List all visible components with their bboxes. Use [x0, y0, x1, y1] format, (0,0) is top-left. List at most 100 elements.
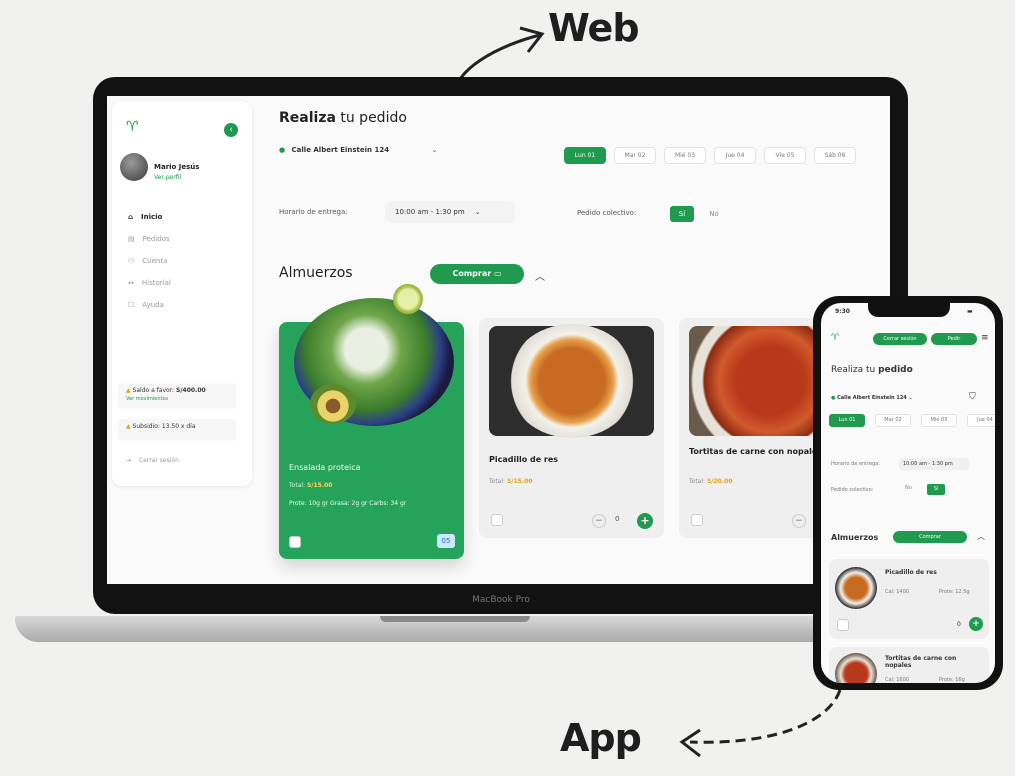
select-checkbox[interactable] [691, 514, 703, 526]
cart-icon[interactable]: ⛉ [969, 392, 976, 402]
card-name: Tortitas de carne con nopales [885, 655, 957, 669]
address-select[interactable]: ● Calle Albert Einstein 124 ⌄ [279, 146, 437, 154]
mobile-order-button[interactable]: Pedir [931, 333, 977, 345]
mobile-address-select[interactable]: ● Calle Albert Einstein 124 ⌄ [831, 395, 913, 401]
sidebar-item-inicio[interactable]: ⌂ Inicio [128, 213, 162, 221]
mobile-page-title: Realiza tu pedido [831, 365, 913, 375]
card-info: Prote: 12.5g [939, 589, 970, 595]
logo-icon: ♈ [831, 333, 840, 343]
user-icon: ⚇ [128, 257, 135, 265]
day-pill[interactable]: Mar 02 [614, 147, 656, 164]
balance-link[interactable]: Ver movimientos [126, 396, 228, 402]
laptop-hinge-cutout [380, 616, 530, 622]
quantity-badge: 05 [437, 534, 455, 548]
day-pill[interactable]: Mié 03 [664, 147, 706, 164]
card-price: Total: S/15.00 [489, 478, 532, 485]
delivery-time-select[interactable]: 10:00 am - 1:30 pm ⌄ [385, 201, 515, 223]
card-name: Ensalada proteica [289, 463, 361, 472]
card-price: Total: S/15.00 [289, 482, 332, 489]
sidebar-item-pedidos[interactable]: ▤ Pedidos [128, 235, 170, 243]
section-title: Almuerzos [279, 265, 353, 281]
mobile-logout-button[interactable]: Cerrar sesión [873, 333, 927, 345]
avatar[interactable] [120, 153, 148, 181]
sidebar-item-cuenta[interactable]: ⚇ Cuenta [128, 257, 167, 265]
lime-image [393, 284, 423, 314]
collective-yes-toggle[interactable]: Sí [670, 206, 694, 222]
card-name: Tortitas de carne con nopales [689, 447, 823, 456]
price-value: S/20.00 [706, 478, 733, 485]
select-checkbox[interactable] [491, 514, 503, 526]
picadillo-image [835, 567, 877, 609]
picadillo-image [507, 324, 637, 438]
battery-icon: ▬ [967, 308, 973, 315]
buy-button[interactable]: Comprar ▭ [430, 264, 524, 284]
sidebar-item-ayuda[interactable]: ☐ Ayuda [128, 301, 164, 309]
meal-card[interactable]: Picadillo de res Total: S/15.00 − 0 + [479, 318, 664, 538]
day-pill[interactable]: Vie 05 [764, 147, 806, 164]
day-pill[interactable]: Lun 01 [564, 147, 606, 164]
sidebar-item-label: Ayuda [142, 301, 164, 309]
title-bold: pedido [878, 365, 913, 375]
view-profile-link[interactable]: Ver perfil [154, 174, 181, 181]
title-rest: Realiza tu [831, 365, 879, 375]
balance-card: ▲ Saldo a favor: S/400.00 Ver movimiento… [118, 383, 236, 409]
mobile-day-pill[interactable]: Mié 03 [921, 414, 957, 427]
select-checkbox[interactable] [837, 619, 849, 631]
card-info: Cal: 1600 [885, 677, 909, 683]
quantity-value: 0 [957, 621, 961, 628]
card-info: Cal: 1400 [885, 589, 909, 595]
collective-label: Pedido colectivo: [577, 209, 637, 217]
web-app-screen: ♈ ‹ Mario Jesús Ver perfil ⌂ Inicio ▤ Pedi… [107, 96, 890, 584]
day-pill[interactable]: Sáb 06 [814, 147, 856, 164]
chevron-down-icon: ⌄ [474, 208, 481, 216]
mobile-toggle-no[interactable]: No [905, 485, 912, 491]
menu-icon[interactable]: ≡ [981, 333, 989, 343]
mobile-day-pill[interactable]: Lun 01 [829, 414, 865, 427]
logo-icon: ♈ [126, 119, 139, 135]
logout-button[interactable]: ⇥ Cerrar sesión [126, 457, 179, 464]
increase-button[interactable]: + [637, 513, 653, 529]
select-checkbox[interactable] [289, 536, 301, 548]
coin-icon: ▲ [126, 423, 131, 430]
chevron-up-icon[interactable]: ︿ [977, 531, 985, 542]
price-label: Total: [489, 478, 506, 485]
user-name: Mario Jesús [154, 163, 200, 171]
price-value: S/15.00 [506, 478, 533, 485]
delivery-label: Horario de entrega: [279, 208, 348, 216]
mobile-app-screen: 9:30 ▬ ♈ Cerrar sesión Pedir ≡ Realiza t… [821, 303, 995, 683]
mobile-buy-button[interactable]: Comprar [893, 531, 967, 543]
collective-no-toggle[interactable]: No [702, 206, 726, 222]
clipboard-icon: ▤ [128, 235, 135, 243]
card-price: Total: S/20.00 [689, 478, 732, 485]
address-value: Calle Albert Einstein 124 [291, 146, 390, 154]
mobile-meal-card[interactable]: Picadillo de res Cal: 1400 Prote: 12.5g … [829, 559, 989, 639]
day-pill[interactable]: Jue 04 [714, 147, 756, 164]
title-bold: Realiza [279, 110, 336, 126]
mobile-toggle-yes[interactable]: Sí [927, 484, 945, 495]
title-rest: tu pedido [335, 110, 407, 126]
mobile-delivery-label: Horario de entrega: [831, 461, 881, 467]
balance-label: Saldo a favor: [132, 387, 175, 394]
delivery-time-value: 10:00 am - 1:30 pm [395, 208, 465, 216]
mobile-day-pill[interactable]: Mar 02 [875, 414, 911, 427]
increase-button[interactable]: + [969, 617, 983, 631]
mobile-day-pill[interactable]: Jue 04 [967, 414, 995, 427]
sidebar-item-label: Cuenta [142, 257, 168, 265]
decrease-button[interactable]: − [792, 514, 806, 528]
phone-notch [868, 303, 950, 317]
avocado-image [310, 384, 356, 424]
location-pin-icon: ● [279, 146, 286, 154]
sidebar-item-label: Inicio [141, 213, 163, 221]
balance-value: S/400.00 [176, 387, 206, 394]
tortitas-image [835, 653, 877, 683]
card-info: Prote: 16g [939, 677, 965, 683]
collapse-sidebar-button[interactable]: ‹ [224, 123, 238, 137]
subsidy-text: Subsidio: 13.50 x día [132, 423, 196, 430]
status-time: 9:30 [835, 308, 850, 315]
mobile-delivery-select[interactable]: 10:00 am - 1:30 pm [899, 458, 969, 470]
chevron-up-icon[interactable]: ︿ [535, 268, 545, 283]
mobile-meal-card[interactable]: Tortitas de carne con nopales Cal: 1600 … [829, 647, 989, 683]
subsidy-card: ▲ Subsidio: 13.50 x día [118, 419, 236, 441]
sidebar-item-historial[interactable]: ↔ Historial [128, 279, 171, 287]
decrease-button[interactable]: − [592, 514, 606, 528]
